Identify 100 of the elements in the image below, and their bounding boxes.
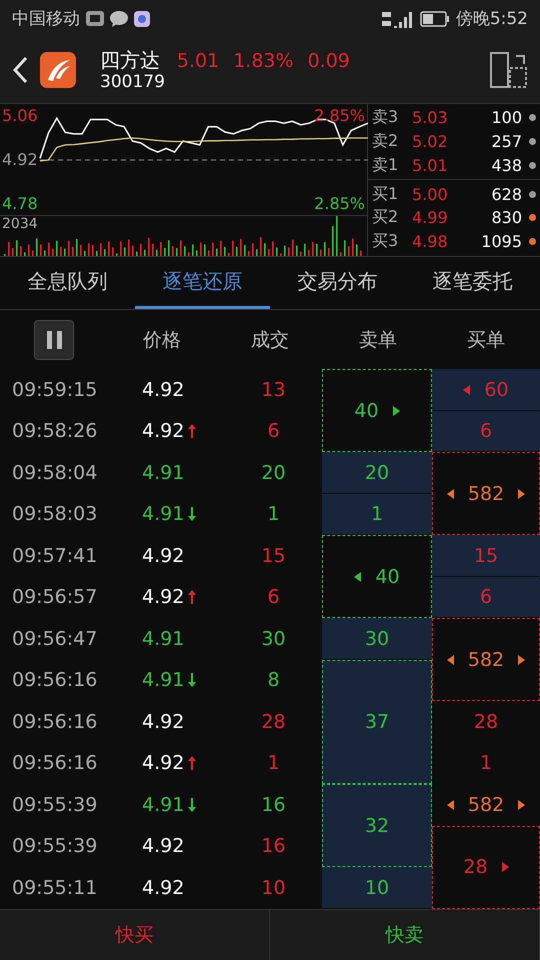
chart-low-percent: 2.85%	[314, 194, 365, 213]
up-arrow-icon	[187, 755, 198, 772]
trade-time: 09:55:39	[11, 834, 98, 860]
left-triangle-icon	[463, 384, 470, 395]
trade-price: 4.91	[141, 626, 186, 652]
trade-time: 09:57:41	[11, 544, 98, 569]
order-level-label: 买3	[372, 231, 400, 252]
order-volume: 15	[474, 544, 498, 567]
order-price: 4.98	[412, 232, 449, 252]
tab[interactable]: 逐笔委托	[405, 256, 540, 309]
order-price: 5.00	[412, 184, 449, 204]
tab[interactable]: 交易分布	[270, 256, 405, 309]
trade-volume: 28	[260, 710, 287, 735]
signal-icon	[382, 10, 414, 28]
left-triangle-icon	[354, 572, 362, 582]
order-volume: 1	[370, 503, 384, 526]
down-arrow-icon	[187, 506, 198, 522]
trade-price: 4.91	[141, 460, 186, 486]
price-change-percent: 1.83%	[233, 50, 294, 72]
quick-sell-button[interactable]: 快卖	[270, 910, 540, 960]
right-triangle-icon	[392, 406, 400, 416]
order-volume: 1095	[481, 232, 522, 252]
order-price: 5.01	[412, 156, 449, 175]
trade-price: 4.92	[130, 576, 225, 618]
trade-time: 09:56:47	[11, 626, 98, 652]
trade-time: 09:58:26	[11, 419, 98, 444]
order-volume: 37	[364, 710, 390, 733]
pause-button[interactable]	[34, 320, 74, 360]
trade-time: 09:55:39	[11, 792, 98, 818]
stock-code: 300179	[100, 72, 165, 92]
trade-volume: 20	[260, 460, 287, 486]
trade-volume: 15	[260, 544, 287, 569]
chat-icon	[110, 10, 128, 27]
trade-price: 4.92	[141, 834, 186, 860]
trade-time: 09:56:16	[11, 710, 98, 735]
trade-volume: 16	[260, 792, 287, 818]
order-volume: 628	[491, 184, 522, 204]
trade-volume: 6	[266, 419, 281, 444]
order-volume: 582	[468, 482, 504, 505]
order-level-label: 卖3	[372, 107, 400, 128]
trade-volume: 8	[266, 668, 281, 694]
order-price: 5.03	[412, 108, 449, 128]
chart-high-percent: 2.85%	[314, 106, 365, 125]
trade-price: 4.92	[141, 378, 186, 403]
tab[interactable]: 逐笔还原	[135, 256, 270, 309]
trade-time: 09:56:16	[11, 751, 98, 776]
trade-price: 4.92	[141, 710, 186, 735]
trade-time: 09:56:16	[11, 668, 98, 694]
trade-price: 4.92	[141, 876, 186, 901]
app-icon	[134, 10, 150, 27]
trade-price: 4.91	[130, 660, 225, 702]
stock-name: 四方达	[100, 48, 161, 72]
trade-price: 4.92	[130, 410, 225, 452]
trade-price: 4.91	[130, 784, 225, 826]
order-volume: 257	[491, 132, 522, 151]
order-volume: 100	[491, 108, 522, 128]
order-volume: 28	[474, 710, 498, 733]
right-triangle-icon	[518, 488, 526, 499]
order-volume: 6	[480, 420, 492, 442]
order-volume: 830	[491, 208, 522, 228]
back-icon[interactable]	[12, 56, 28, 84]
trade-volume: 1	[266, 502, 281, 528]
order-volume: 1	[480, 752, 492, 774]
trade-time: 09:59:15	[11, 378, 98, 403]
tab[interactable]: 全息队列	[0, 256, 135, 309]
order-volume: 6	[480, 586, 492, 608]
order-volume: 60	[484, 378, 509, 401]
order-level-label: 卖1	[372, 154, 400, 176]
order-price: 4.99	[412, 208, 449, 228]
trade-volume: 13	[260, 378, 287, 403]
trade-volume: 30	[260, 626, 287, 652]
app-logo	[40, 52, 76, 88]
order-volume: 40	[375, 566, 400, 588]
volume-max-label: 2034	[2, 216, 38, 232]
column-header: 买单	[467, 328, 505, 353]
trade-volume: 16	[260, 834, 287, 860]
order-price: 5.02	[412, 132, 449, 151]
axis-tick-label: 5.06	[2, 106, 38, 125]
order-level-label: 买1	[372, 184, 400, 205]
trade-time: 09:58:03	[11, 502, 98, 528]
right-triangle-icon	[518, 800, 526, 810]
trade-time: 09:58:04	[11, 460, 98, 486]
hd-icon	[86, 11, 104, 26]
trade-price: 4.92	[141, 544, 186, 569]
order-volume: 40	[354, 400, 379, 422]
quick-buy-button[interactable]: 快买	[0, 910, 270, 960]
landscape-toggle-icon[interactable]	[490, 52, 528, 88]
carrier-name: 中国移动	[12, 8, 80, 30]
status-time: 傍晚5:52	[456, 8, 528, 30]
order-volume: 582	[468, 648, 504, 671]
order-level-label: 卖2	[372, 130, 400, 152]
left-triangle-icon	[446, 800, 454, 810]
battery-icon	[420, 10, 450, 27]
left-triangle-icon	[446, 488, 454, 499]
order-volume: 32	[364, 814, 390, 837]
trade-volume: 1	[266, 751, 281, 776]
left-triangle-icon	[446, 654, 454, 665]
right-triangle-icon	[502, 862, 509, 872]
axis-tick-label: 4.78	[2, 194, 38, 213]
price-change: 0.09	[308, 50, 350, 72]
